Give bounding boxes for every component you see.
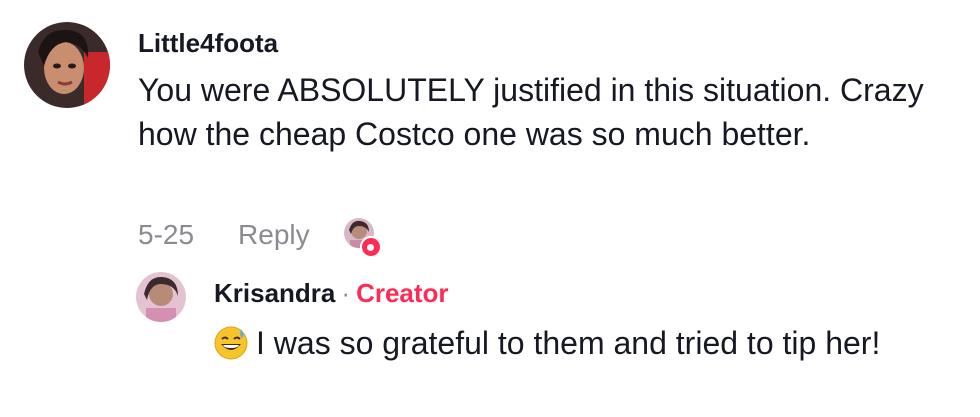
reply-separator: · [341,278,351,308]
commenter-username[interactable]: Little4foota [138,28,278,59]
creator-badge: Creator [356,278,449,308]
reply-button[interactable]: Reply [238,219,310,251]
comment-text: You were ABSOLUTELY justified in this si… [138,72,924,152]
user-avatar-icon [24,22,110,108]
creator-avatar[interactable] [136,272,186,322]
reply-text-container: I was so grateful to them and tried to t… [214,320,934,366]
commenter-avatar[interactable] [24,22,110,108]
reply-header: Krisandra · Creator [214,278,449,309]
creator-liked-indicator [343,218,382,258]
creator-avatar-icon [136,272,186,322]
heart-badge-icon [359,236,382,258]
grinning-sweat-emoji-icon [214,326,248,360]
comment-date: 5-25 [138,219,195,250]
reply-username[interactable]: Krisandra [214,278,335,308]
comment-meta: 5-25 Reply [138,218,382,258]
reply-text: I was so grateful to them and tried to t… [256,325,881,361]
